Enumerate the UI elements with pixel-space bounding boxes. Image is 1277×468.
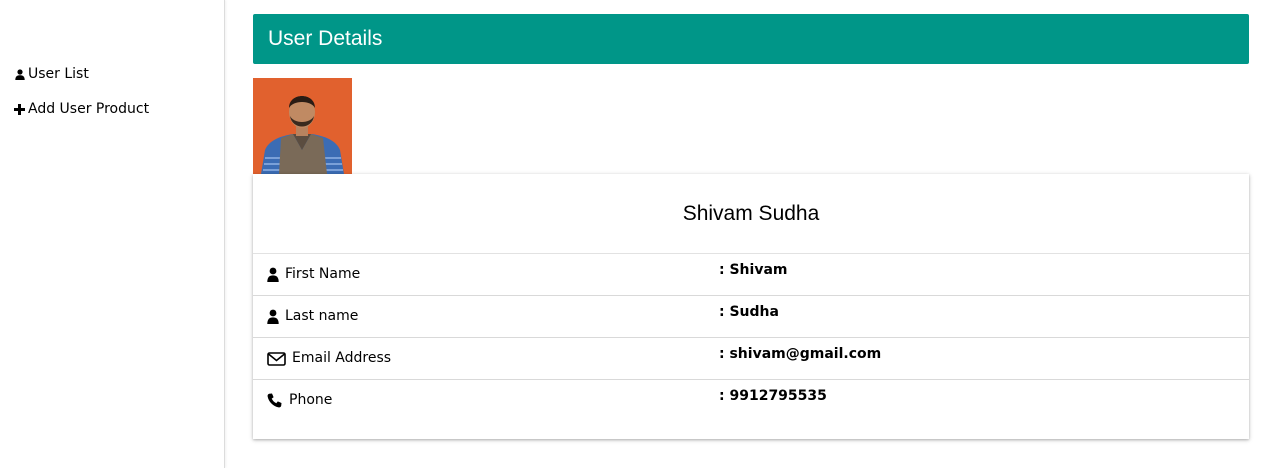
field-label: Phone	[289, 392, 333, 408]
sidebar-item-label: User List	[28, 66, 89, 82]
field-row-phone: Phone : 9912795535	[253, 380, 1249, 422]
field-label: First Name	[285, 266, 361, 282]
user-icon	[14, 68, 25, 80]
field-value: : Sudha	[719, 304, 779, 320]
user-details-card: Shivam Sudha First Name : Shivam Last na…	[253, 174, 1249, 439]
sidebar-item-add-user-product[interactable]: Add User Product	[14, 101, 149, 117]
field-value: : shivam@gmail.com	[719, 346, 882, 362]
field-label-wrap: Email Address	[267, 350, 391, 366]
field-label-wrap: Phone	[267, 392, 332, 408]
sidebar-item-label: Add User Product	[28, 101, 150, 117]
page-title-bar: User Details	[253, 14, 1249, 64]
avatar	[253, 78, 352, 174]
plus-icon	[14, 103, 25, 115]
field-row-last-name: Last name : Sudha	[253, 296, 1249, 338]
user-full-name: Shivam Sudha	[253, 174, 1249, 254]
field-value: : 9912795535	[719, 388, 827, 404]
user-icon	[267, 309, 279, 324]
phone-icon	[267, 393, 283, 408]
field-label: Last name	[285, 308, 359, 324]
sidebar-item-user-list[interactable]: User List	[14, 66, 89, 82]
field-label-wrap: Last name	[267, 308, 358, 324]
page-title: User Details	[268, 27, 383, 50]
sidebar: User List Add User Product	[0, 0, 225, 468]
field-value: : Shivam	[719, 262, 788, 278]
field-label-wrap: First Name	[267, 266, 360, 282]
field-row-first-name: First Name : Shivam	[253, 254, 1249, 296]
field-label: Email Address	[292, 350, 392, 366]
field-row-email: Email Address : shivam@gmail.com	[253, 338, 1249, 380]
user-icon	[267, 267, 279, 282]
envelope-icon	[267, 352, 286, 366]
